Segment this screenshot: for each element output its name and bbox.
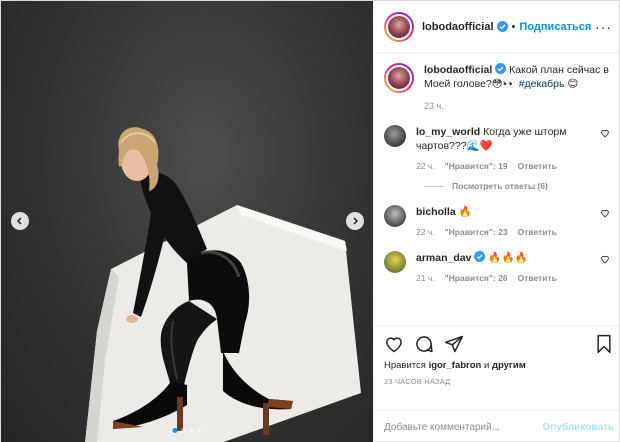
caption-text-block: lobodaofficial Какой план сейчас в Моей … <box>424 63 614 91</box>
reply-button[interactable]: Ответить <box>518 161 557 171</box>
bookmark-icon <box>597 334 611 354</box>
comment-text-block: lo_my_world Когда уже шторм чартов???🌊❤️ <box>416 125 586 153</box>
carousel-dot-active <box>172 428 178 433</box>
add-comment-bar: Опубликовать <box>374 410 620 442</box>
publish-button[interactable]: Опубликовать <box>543 422 614 433</box>
comment-username[interactable]: arman_dav <box>416 252 471 264</box>
follow-button[interactable]: Подписаться <box>519 21 591 33</box>
comment-username[interactable]: lo_my_world <box>416 126 480 138</box>
carousel-indicator <box>172 428 202 433</box>
post-modal: lobodaofficial • Подписаться ··· lobodao… <box>0 0 620 442</box>
more-options-icon[interactable]: ··· <box>595 20 612 34</box>
comment-button[interactable] <box>414 334 434 354</box>
likes-others[interactable]: другим <box>492 360 526 371</box>
previous-photo-button[interactable] <box>11 212 29 230</box>
comment-text: 🔥 <box>458 206 472 218</box>
verified-badge-icon <box>474 251 486 262</box>
comment-meta: 22 ч. "Нравится": 19 Ответить <box>416 161 586 171</box>
comment-meta: 21 ч. "Нравится": 26 Ответить <box>416 273 586 283</box>
likes-user[interactable]: igor_fabron <box>429 360 482 371</box>
comment-time: 22 ч. <box>416 227 435 237</box>
comment-text-block: bicholla 🔥 <box>416 205 586 219</box>
comment-item: arman_dav 🔥🔥🔥 21 ч. "Нравится": 26 Ответ… <box>384 251 614 283</box>
separator-dot: • <box>511 20 516 33</box>
comment-avatar[interactable] <box>384 205 406 227</box>
comment-input[interactable] <box>384 421 543 433</box>
post-header: lobodaofficial • Подписаться ··· <box>374 1 620 53</box>
likes-middle: и <box>483 360 490 371</box>
carousel-dot <box>196 428 202 433</box>
carousel-dot <box>180 428 186 433</box>
view-replies-label: Посмотреть ответы (6) <box>452 181 548 191</box>
next-photo-button[interactable] <box>346 212 364 230</box>
likes-prefix: Нравится <box>384 360 426 371</box>
verified-badge-icon <box>496 21 508 32</box>
comment-like-heart-icon[interactable] <box>600 254 610 264</box>
post-timestamp: 23 ЧАСОВ НАЗАД <box>384 377 451 386</box>
photo-scene <box>85 127 361 442</box>
caption-emoji: 😊 <box>567 78 579 90</box>
comment-like-heart-icon[interactable] <box>600 208 610 218</box>
comment-time: 21 ч. <box>416 273 435 283</box>
caption-time: 23 ч. <box>424 101 444 111</box>
comment-username[interactable]: bicholla <box>416 206 456 218</box>
chevron-left-icon <box>16 217 22 225</box>
comment-likes[interactable]: "Нравится": 23 <box>445 227 508 237</box>
action-icons-row <box>384 334 614 354</box>
comment-like-heart-icon[interactable] <box>600 128 610 138</box>
reply-button[interactable]: Ответить <box>518 273 557 283</box>
author-username[interactable]: lobodaofficial <box>422 21 494 33</box>
caption-username[interactable]: lobodaofficial <box>424 64 492 76</box>
reply-button[interactable]: Ответить <box>518 227 557 237</box>
post-actions: Нравится igor_fabron и другим 23 ЧАСОВ Н… <box>374 325 620 410</box>
heart-icon <box>386 337 402 353</box>
like-button[interactable] <box>384 334 404 354</box>
caption-avatar[interactable] <box>384 63 414 93</box>
author-avatar[interactable] <box>384 11 414 42</box>
post-caption: lobodaofficial Какой план сейчас в Моей … <box>384 63 614 111</box>
comment-avatar[interactable] <box>384 251 406 273</box>
post-photo[interactable] <box>1 1 373 442</box>
comment-item: bicholla 🔥 22 ч. "Нравится": 23 Ответить <box>384 205 614 237</box>
replies-line <box>424 185 444 187</box>
carousel-dot <box>188 428 194 433</box>
comment-avatar[interactable] <box>384 125 406 147</box>
comment-meta: 22 ч. "Нравится": 23 Ответить <box>416 227 586 237</box>
share-icon <box>444 335 464 353</box>
comment-text: 🔥🔥🔥 <box>488 252 528 264</box>
chevron-right-icon <box>353 217 359 225</box>
verified-badge-icon <box>495 63 507 74</box>
comment-text-block: arman_dav 🔥🔥🔥 <box>416 251 586 265</box>
comment-likes[interactable]: "Нравится": 19 <box>445 161 508 171</box>
likes-summary: Нравится igor_fabron и другим <box>384 360 614 371</box>
post-side-panel: lobodaofficial • Подписаться ··· lobodao… <box>373 1 620 442</box>
comment-item: lo_my_world Когда уже шторм чартов???🌊❤️… <box>384 125 614 171</box>
caption-hashtag[interactable]: #декабрь <box>519 78 565 90</box>
comments-list: lobodaofficial Какой план сейчас в Моей … <box>374 53 620 325</box>
comment-likes[interactable]: "Нравится": 26 <box>445 273 508 283</box>
view-replies-button[interactable]: Посмотреть ответы (6) <box>424 181 614 191</box>
comment-time: 22 ч. <box>416 161 435 171</box>
save-button[interactable] <box>594 334 614 354</box>
share-button[interactable] <box>444 334 464 354</box>
comment-icon <box>416 336 433 353</box>
